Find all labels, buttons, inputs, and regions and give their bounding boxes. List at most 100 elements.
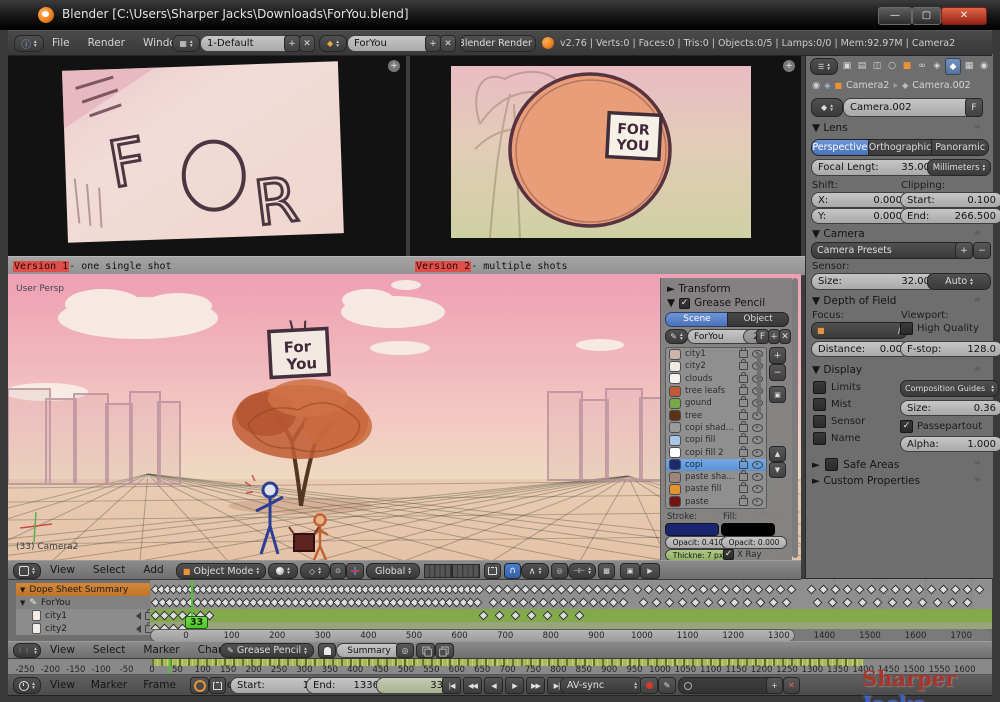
eye-icon[interactable] bbox=[752, 424, 763, 432]
keyframe-icon[interactable] bbox=[754, 585, 764, 595]
lock-icon[interactable] bbox=[739, 387, 748, 395]
composition-guides-dropdown[interactable]: Composition Guides▴▾ bbox=[900, 380, 999, 397]
keyframe-icon[interactable] bbox=[732, 585, 742, 595]
delete-layout-button[interactable]: ✕ bbox=[299, 35, 315, 52]
camera-name-field[interactable]: Camera.002 bbox=[843, 98, 977, 117]
layer-color-swatch[interactable] bbox=[669, 422, 681, 433]
speaker-icon[interactable] bbox=[132, 625, 141, 633]
display-toggle-mist[interactable]: Mist bbox=[813, 398, 865, 411]
title-bar[interactable]: Blender [C:\Users\Sharper Jacks\Download… bbox=[0, 0, 1000, 30]
snap-toggle[interactable]: ∩ bbox=[504, 563, 521, 579]
dope-sheet-key-area[interactable] bbox=[150, 579, 992, 629]
eye-icon[interactable] bbox=[752, 461, 763, 469]
keyframe-icon[interactable] bbox=[855, 585, 865, 595]
keyframe-icon[interactable] bbox=[765, 585, 775, 595]
channel-foryou[interactable]: ▼✎ForYou bbox=[16, 596, 158, 609]
keyframe-icon[interactable] bbox=[620, 585, 630, 595]
layer-color-swatch[interactable] bbox=[669, 398, 681, 409]
gp-layer-row[interactable]: copi bbox=[666, 459, 766, 471]
keyframe-icon[interactable] bbox=[948, 598, 958, 608]
layer-color-swatch[interactable] bbox=[669, 386, 681, 397]
keyframe-icon[interactable] bbox=[858, 598, 868, 608]
keying-options-button[interactable]: ✎ bbox=[658, 677, 676, 694]
dof-distance-slider[interactable]: Distance:0.00 bbox=[811, 341, 909, 357]
text-editor-version1[interactable]: Version 1 - one single shot bbox=[8, 256, 416, 276]
channel-city1[interactable]: city1 bbox=[16, 609, 158, 622]
orthographic-button[interactable]: Orthographic bbox=[869, 139, 933, 156]
clip-start-slider[interactable]: Start:0.100 bbox=[900, 192, 1000, 208]
custom-properties-panel-header[interactable]: ► Custom Properties bbox=[812, 475, 920, 487]
lock-icon[interactable] bbox=[739, 436, 748, 444]
gp-layer-copy-button[interactable]: ▣ bbox=[769, 386, 786, 403]
gp-layer-row[interactable]: tree bbox=[666, 409, 766, 421]
transform-snap-dropdown[interactable]: ⊣⊢▴▾ bbox=[568, 563, 596, 579]
gp-layer-row[interactable]: paste bbox=[666, 496, 766, 508]
paste-keyframes-button[interactable] bbox=[435, 643, 454, 658]
safe-areas-panel-header[interactable]: ► Safe Areas bbox=[812, 458, 899, 471]
keyframe-icon[interactable] bbox=[807, 585, 817, 595]
lock-icon[interactable] bbox=[739, 461, 748, 469]
gp-layer-row[interactable]: clouds bbox=[666, 373, 766, 385]
keyframe-icon[interactable] bbox=[873, 598, 883, 608]
lock-icon[interactable] bbox=[739, 498, 748, 506]
layer-color-swatch[interactable] bbox=[669, 496, 681, 507]
xray-toggle[interactable]: ✓X Ray bbox=[723, 549, 761, 560]
filter-button[interactable]: ◎ bbox=[396, 643, 414, 658]
gp-layer-remove-button[interactable]: − bbox=[769, 364, 786, 381]
alpha-slider[interactable]: Alpha:1.000 bbox=[900, 436, 1000, 452]
keyframe-icon[interactable] bbox=[918, 598, 928, 608]
channel-city2[interactable]: city2 bbox=[16, 622, 158, 635]
timeline-current-frame-line[interactable] bbox=[169, 658, 171, 675]
render-engine-dropdown[interactable]: Blender Render▴▾ bbox=[460, 35, 536, 52]
gp-layer-row[interactable]: copi shad... bbox=[666, 422, 766, 434]
lock-icon[interactable] bbox=[739, 399, 748, 407]
grease-pencil-panel-header[interactable]: ▼ ✓ Grease Pencil bbox=[667, 297, 765, 309]
record-button[interactable] bbox=[640, 677, 658, 694]
lock-icon[interactable] bbox=[739, 412, 748, 420]
keyframe-icon[interactable] bbox=[559, 598, 569, 608]
play-reverse-button[interactable]: ◀ bbox=[484, 677, 503, 694]
preset-remove-button[interactable]: − bbox=[973, 242, 991, 259]
gp-layer-row[interactable]: gound bbox=[666, 397, 766, 409]
focus-object-field[interactable]: ■∕ bbox=[811, 322, 907, 339]
constraints-tab-icon[interactable]: ∞ bbox=[915, 58, 929, 73]
scene-name-field[interactable]: ForYou bbox=[347, 35, 437, 52]
pivot-align-toggle[interactable]: ⊙ bbox=[330, 563, 346, 579]
next-keyframe-button[interactable]: ▶▶ bbox=[526, 677, 545, 694]
menu-view[interactable]: View bbox=[48, 564, 77, 576]
fstop-slider[interactable]: F-stop:128.0 bbox=[900, 341, 1000, 357]
menu-marker[interactable]: Marker bbox=[141, 644, 181, 656]
keyframe-icon[interactable] bbox=[655, 585, 665, 595]
camera-preview-left[interactable]: F R + bbox=[8, 54, 406, 256]
shading-dropdown[interactable]: ▴▾ bbox=[268, 563, 298, 579]
keyframe-icon[interactable] bbox=[678, 598, 688, 608]
keyframe-icon[interactable] bbox=[473, 598, 483, 608]
passepartout-toggle[interactable]: ✓Passepartout bbox=[900, 420, 982, 433]
keyframe-icon[interactable] bbox=[843, 598, 853, 608]
collapse-region-plus-icon[interactable]: + bbox=[388, 60, 400, 72]
layer-color-swatch[interactable] bbox=[669, 484, 681, 495]
keyframe-icon[interactable] bbox=[710, 585, 720, 595]
menu-render[interactable]: Render bbox=[86, 37, 127, 49]
keyframe-icon[interactable] bbox=[933, 598, 943, 608]
use-preview-range-button[interactable] bbox=[190, 677, 209, 694]
modifiers-tab-icon[interactable]: ◈ bbox=[930, 58, 944, 73]
keyframe-icon[interactable] bbox=[539, 598, 549, 608]
keyframe-icon[interactable] bbox=[529, 598, 539, 608]
editor-type-button[interactable]: ⓘ▴▾ bbox=[14, 35, 44, 52]
gp-layer-move-up-button[interactable]: ▲ bbox=[769, 446, 786, 462]
keyframe-icon[interactable] bbox=[828, 598, 838, 608]
dopesheet-editor-type-button[interactable]: ⋮⋮▴▾ bbox=[13, 643, 41, 658]
keyframe-icon[interactable] bbox=[951, 585, 961, 595]
stroke-color-swatch[interactable] bbox=[665, 523, 719, 536]
fill-opacity-slider[interactable]: Opacit: 0.000 bbox=[721, 536, 787, 549]
safe-areas-checkbox[interactable] bbox=[825, 458, 838, 471]
eye-icon[interactable] bbox=[752, 473, 763, 481]
thickness-slider[interactable]: Thickne: 7 px bbox=[665, 549, 731, 560]
keyframe-icon[interactable] bbox=[915, 585, 925, 595]
current-frame-badge[interactable]: 33 bbox=[185, 616, 208, 629]
display-toggle-limits[interactable]: Limits bbox=[813, 381, 865, 394]
gp-layer-list-scrollbar[interactable] bbox=[757, 353, 761, 413]
keyframe-icon[interactable] bbox=[891, 585, 901, 595]
eye-icon[interactable] bbox=[752, 498, 763, 506]
